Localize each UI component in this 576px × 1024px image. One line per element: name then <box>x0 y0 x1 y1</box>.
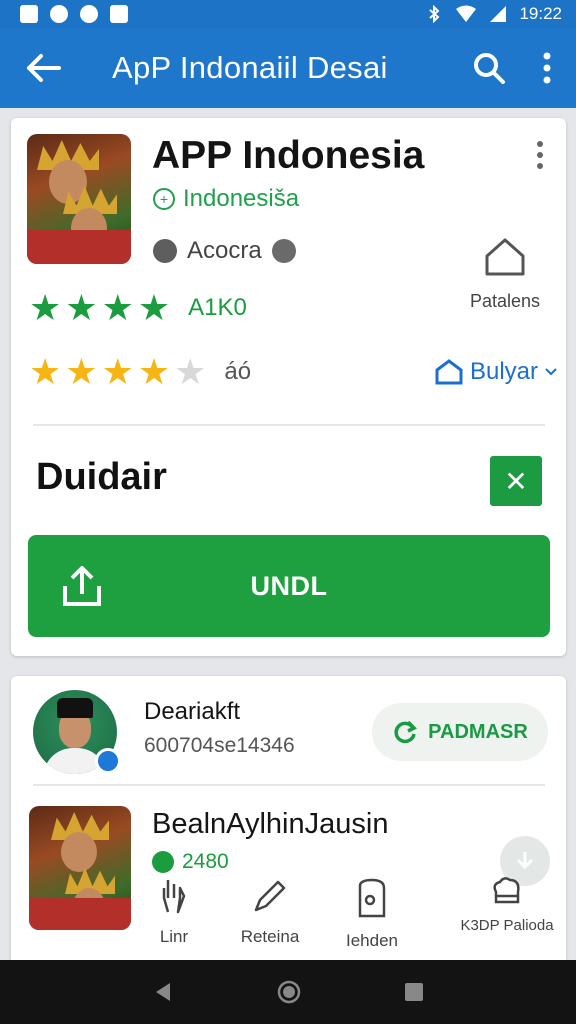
star-icon: ★ <box>29 351 62 392</box>
more-vert-icon <box>537 141 543 169</box>
close-icon: ✕ <box>504 465 528 497</box>
star-icon: ★ <box>65 287 98 328</box>
rating-count: áó <box>224 358 252 385</box>
back-nav-icon[interactable] <box>152 981 174 1003</box>
related-app-icon[interactable] <box>29 806 131 930</box>
star-icon: ★ <box>137 351 171 392</box>
plus-circle-icon: + <box>153 188 175 210</box>
follow-label: PADMASR <box>428 720 528 743</box>
gallery-notification-icon <box>20 5 38 23</box>
lock-icon <box>358 878 386 918</box>
sort-dropdown[interactable]: Bulyar <box>434 358 558 386</box>
action-label: Iehden <box>346 931 398 950</box>
star-icon: ★ <box>65 351 98 392</box>
settings-icon <box>271 239 296 263</box>
pen-icon <box>254 880 286 912</box>
app-detail-card: APP Indonesia + Indonesiša Acocra Patale… <box>11 118 566 656</box>
developer-id: 600704se14346 <box>144 734 295 757</box>
star-icon: ★ <box>137 287 171 328</box>
chef-hat-icon <box>493 877 520 904</box>
rating-row-green: ★ ★ ★ ★ A1K0 <box>29 290 247 326</box>
verified-badge-icon <box>95 748 121 774</box>
download-icon <box>516 852 534 870</box>
category-icon <box>153 239 177 263</box>
app-title: APP Indonesia <box>152 134 425 177</box>
card-overflow-button[interactable] <box>536 140 544 175</box>
status-time: 19:22 <box>519 4 562 23</box>
install-button[interactable]: UNDL <box>28 535 550 637</box>
star-icon: ★ <box>29 287 62 328</box>
search-button[interactable] <box>460 51 518 85</box>
app-bar: ApP Indonaiil Desai <box>0 28 576 108</box>
divider <box>33 424 545 426</box>
close-button[interactable]: ✕ <box>490 456 542 506</box>
install-label: UNDL <box>250 570 328 601</box>
divider <box>33 784 545 786</box>
developer-name: Indonesiša <box>183 185 300 212</box>
action-link[interactable]: Linr <box>139 876 209 947</box>
app-bar-title: ApP Indonaiil Desai <box>112 50 388 85</box>
overflow-menu-button[interactable] <box>518 52 576 84</box>
refresh-icon <box>394 720 418 744</box>
upload-icon <box>63 566 101 606</box>
app-category: Acocra <box>153 237 296 265</box>
home-label: Patalens <box>469 291 541 311</box>
app-icon[interactable] <box>27 134 131 264</box>
home-nav-icon[interactable] <box>277 980 301 1004</box>
related-card: Deariakft 600704se14346 PADMASR BealnAyl… <box>11 676 566 976</box>
downloads-count: 2480 <box>182 850 229 873</box>
action-lock[interactable]: Iehden <box>329 876 415 951</box>
signal-icon <box>490 6 507 22</box>
lock-notification-icon <box>110 5 128 23</box>
recents-nav-icon[interactable] <box>404 982 424 1002</box>
rating-row-stars: ★ ★ ★ ★ ★ áó <box>29 354 251 390</box>
chevron-down-icon <box>545 368 557 376</box>
sort-label: Bulyar <box>469 358 538 385</box>
back-button[interactable] <box>0 53 86 83</box>
developer-title: Deariakft <box>144 698 241 725</box>
section-title: Duidair <box>36 456 167 498</box>
star-icon: ★ <box>101 287 134 328</box>
action-row: Linr Reteina Iehden K3DP Palioda <box>139 876 559 952</box>
follow-button[interactable]: PADMASR <box>372 703 548 761</box>
action-more[interactable]: K3DP Palioda <box>459 876 555 934</box>
star-icon: ★ <box>101 351 134 392</box>
related-app-downloads: 2480 <box>152 850 229 874</box>
category-label: Acocra <box>187 237 262 264</box>
action-label: K3DP Palioda <box>460 917 554 934</box>
action-label: Reteina <box>240 927 300 946</box>
action-label: Linr <box>159 927 189 946</box>
related-app-title: BealnAylhinJausin <box>152 808 389 840</box>
download-badge-icon <box>152 851 174 873</box>
hand-icon <box>162 880 186 914</box>
home-shortcut[interactable]: Patalens <box>460 236 550 312</box>
bluetooth-icon <box>429 5 440 23</box>
bookmark-home-icon <box>435 359 463 385</box>
app-notification-icon <box>50 5 68 23</box>
wifi-icon <box>456 5 477 22</box>
more-vert-icon <box>543 52 551 84</box>
search-icon <box>474 53 505 84</box>
home-icon <box>485 238 525 276</box>
chat-notification-icon <box>80 5 98 23</box>
status-bar: 19:22 <box>0 0 576 28</box>
system-nav-bar <box>0 960 576 1024</box>
action-edit[interactable]: Reteina <box>225 876 315 947</box>
rating-score: A1K0 <box>188 294 247 321</box>
star-empty-icon: ★ <box>174 351 207 392</box>
back-arrow-icon <box>27 54 61 82</box>
developer-link[interactable]: + Indonesiša <box>153 185 299 213</box>
